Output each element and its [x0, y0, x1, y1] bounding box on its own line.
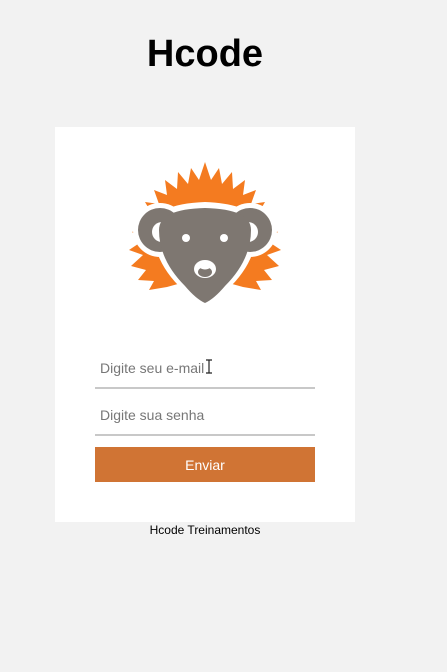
login-page: Hcode Enviar Hcode Treina: [0, 0, 447, 672]
text-cursor-icon: [206, 359, 212, 374]
submit-button[interactable]: Enviar: [95, 447, 315, 482]
hedgehog-logo-icon: [129, 162, 281, 309]
footer-text: Hcode Treinamentos: [149, 523, 261, 537]
password-field[interactable]: [95, 396, 315, 436]
login-card: Enviar: [55, 127, 355, 522]
page-title: Hcode: [146, 33, 264, 75]
